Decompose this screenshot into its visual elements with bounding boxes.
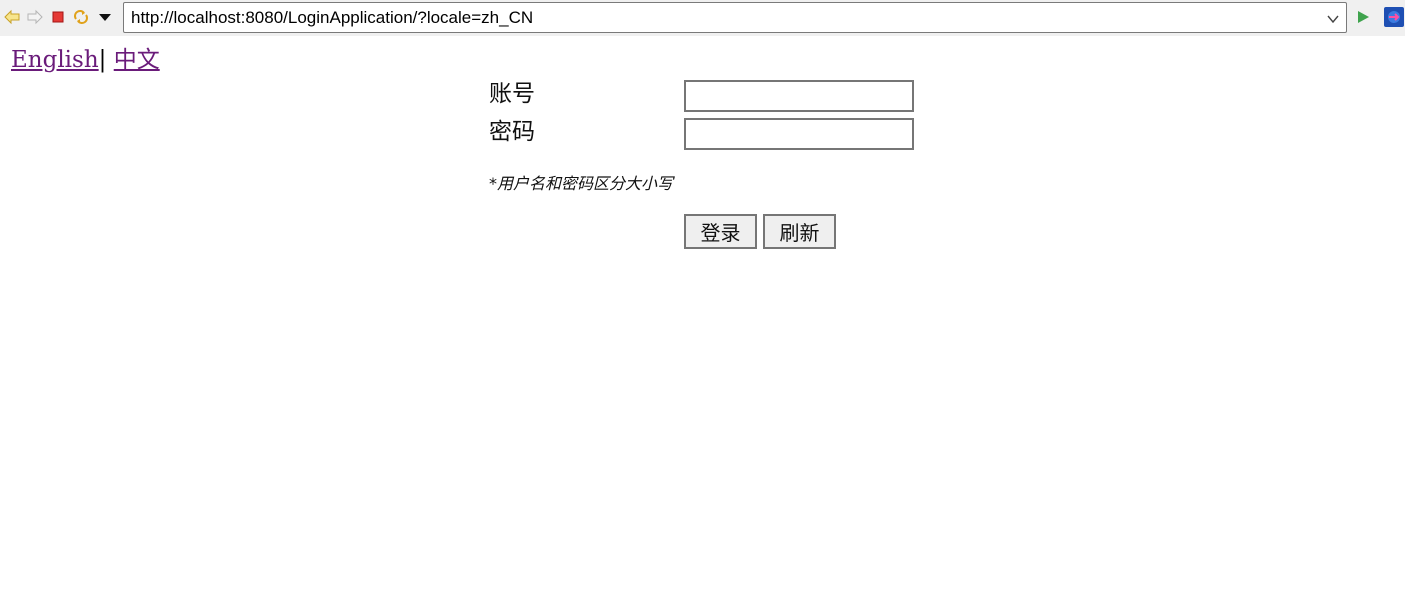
- dropdown-triangle-icon[interactable]: [97, 9, 113, 25]
- password-label: 密码: [489, 119, 535, 145]
- login-button[interactable]: 登录: [684, 214, 757, 249]
- chinese-link[interactable]: 中文: [114, 47, 160, 73]
- stop-icon[interactable]: [50, 9, 66, 25]
- address-bar-url[interactable]: http://localhost:8080/LoginApplication/?…: [131, 8, 533, 28]
- english-link[interactable]: English: [11, 47, 99, 73]
- browser-toolbar: http://localhost:8080/LoginApplication/?…: [0, 0, 1405, 36]
- go-play-icon[interactable]: [1355, 9, 1371, 25]
- account-input[interactable]: [684, 80, 914, 112]
- address-bar[interactable]: http://localhost:8080/LoginApplication/?…: [123, 2, 1347, 33]
- external-app-icon[interactable]: [1384, 7, 1404, 27]
- case-sensitive-hint: *用户名和密码区分大小写: [489, 174, 674, 193]
- refresh-icon[interactable]: [73, 9, 89, 25]
- language-separator: |: [98, 47, 107, 73]
- forward-arrow-icon[interactable]: [27, 9, 43, 25]
- account-label: 账号: [489, 81, 535, 107]
- chevron-down-icon[interactable]: [1326, 11, 1340, 25]
- refresh-button[interactable]: 刷新: [763, 214, 836, 249]
- password-input[interactable]: [684, 118, 914, 150]
- back-arrow-icon[interactable]: [4, 9, 20, 25]
- language-switch: English| 中文: [11, 46, 160, 74]
